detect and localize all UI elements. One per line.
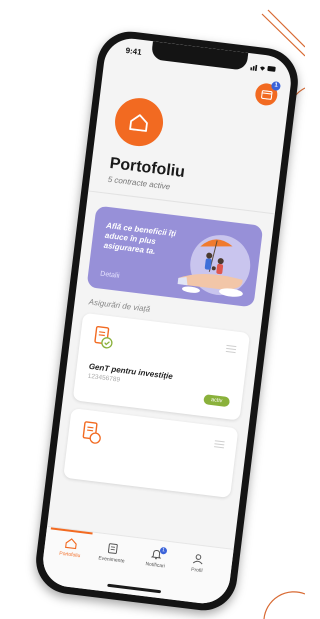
- policy-number: 123456789: [87, 372, 121, 384]
- card-badge: 1: [270, 81, 281, 92]
- nav-label-profil: Profil: [190, 566, 203, 575]
- policy-document-icon: [82, 421, 101, 444]
- wallet-card-button[interactable]: 1: [254, 81, 281, 107]
- phone-mockup: 9:41 1 Portofoliu 5 contracte active Afl…: [32, 27, 302, 615]
- home-indicator: [107, 583, 162, 594]
- notification-badge: 1: [159, 546, 168, 555]
- status-icons: [250, 64, 276, 72]
- bottom-navigation: Portofoliu Evenimente 1 Notificari Profi…: [40, 525, 234, 607]
- user-icon: [192, 554, 203, 565]
- nav-item-profil[interactable]: Profil: [175, 551, 221, 576]
- family-umbrella-illustration: [177, 235, 251, 297]
- portfolio-home-badge: [112, 95, 166, 149]
- status-badge: activ: [203, 394, 231, 408]
- promo-details-link[interactable]: Detalii: [100, 271, 120, 280]
- document-icon: [107, 543, 118, 554]
- nav-label-portofoliu: Portofoliu: [58, 550, 81, 560]
- home-icon: [65, 538, 77, 550]
- app-screen: 9:41 1 Portofoliu 5 contracte active Afl…: [40, 35, 294, 607]
- card-icon: [260, 89, 273, 100]
- nav-item-portofoliu[interactable]: Portofoliu: [48, 535, 94, 560]
- policy-document-check-icon: [94, 325, 113, 349]
- section-title-life-insurance: Asigurări de viață: [88, 297, 151, 314]
- home-icon: [129, 114, 148, 132]
- nav-label-evenimente: Evenimente: [97, 555, 125, 565]
- nav-item-notificari[interactable]: 1 Notificari: [133, 546, 179, 571]
- nav-item-evenimente[interactable]: Evenimente: [89, 540, 135, 565]
- menu-lines-icon[interactable]: [225, 344, 237, 354]
- promo-banner[interactable]: Află ce beneficii îți aduce în plus asig…: [86, 205, 264, 308]
- menu-lines-icon[interactable]: [213, 440, 225, 449]
- policy-card[interactable]: GenT pentru investiție 123456789 activ: [72, 312, 251, 421]
- policy-card-secondary[interactable]: [63, 408, 239, 498]
- status-time: 9:41: [125, 45, 143, 57]
- nav-active-indicator: [50, 527, 93, 535]
- nav-label-notificari: Notificari: [145, 561, 166, 570]
